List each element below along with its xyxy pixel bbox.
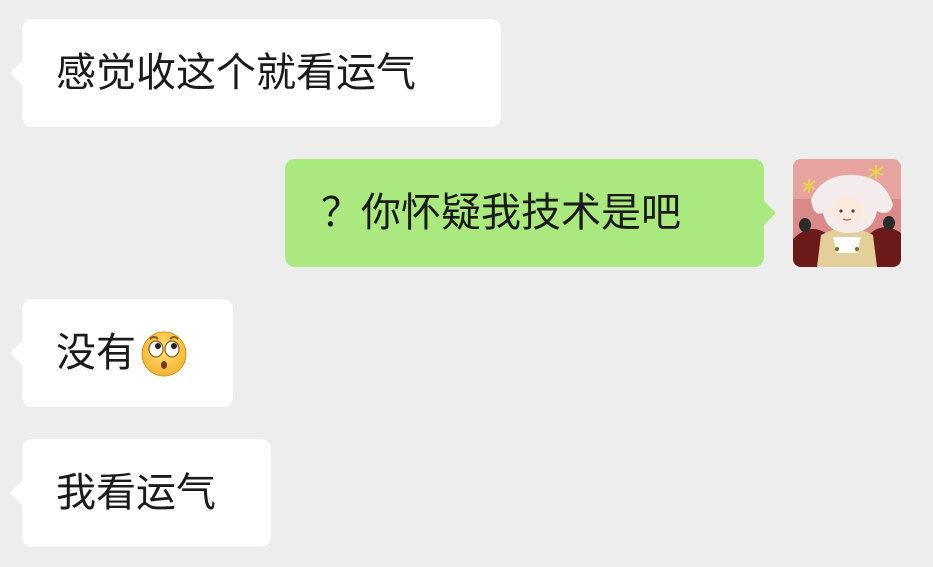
flushed-eyes-emoji-icon bbox=[140, 329, 188, 377]
message-text: 我看运气 bbox=[56, 470, 216, 516]
incoming-message-bubble[interactable]: 没有 bbox=[10, 299, 233, 407]
self-avatar[interactable] bbox=[793, 159, 901, 267]
anime-character-avatar-icon bbox=[793, 159, 901, 267]
message-text: 没有 bbox=[56, 330, 136, 376]
outgoing-message-bubble[interactable]: ？你怀疑我技术是吧 bbox=[285, 159, 776, 267]
message-text: ？你怀疑我技术是吧 bbox=[321, 190, 681, 236]
incoming-message-bubble[interactable]: 感觉收这个就看运气 bbox=[10, 19, 501, 127]
incoming-message-bubble[interactable]: 我看运气 bbox=[10, 439, 271, 547]
message-text: 感觉收这个就看运气 bbox=[56, 50, 416, 96]
